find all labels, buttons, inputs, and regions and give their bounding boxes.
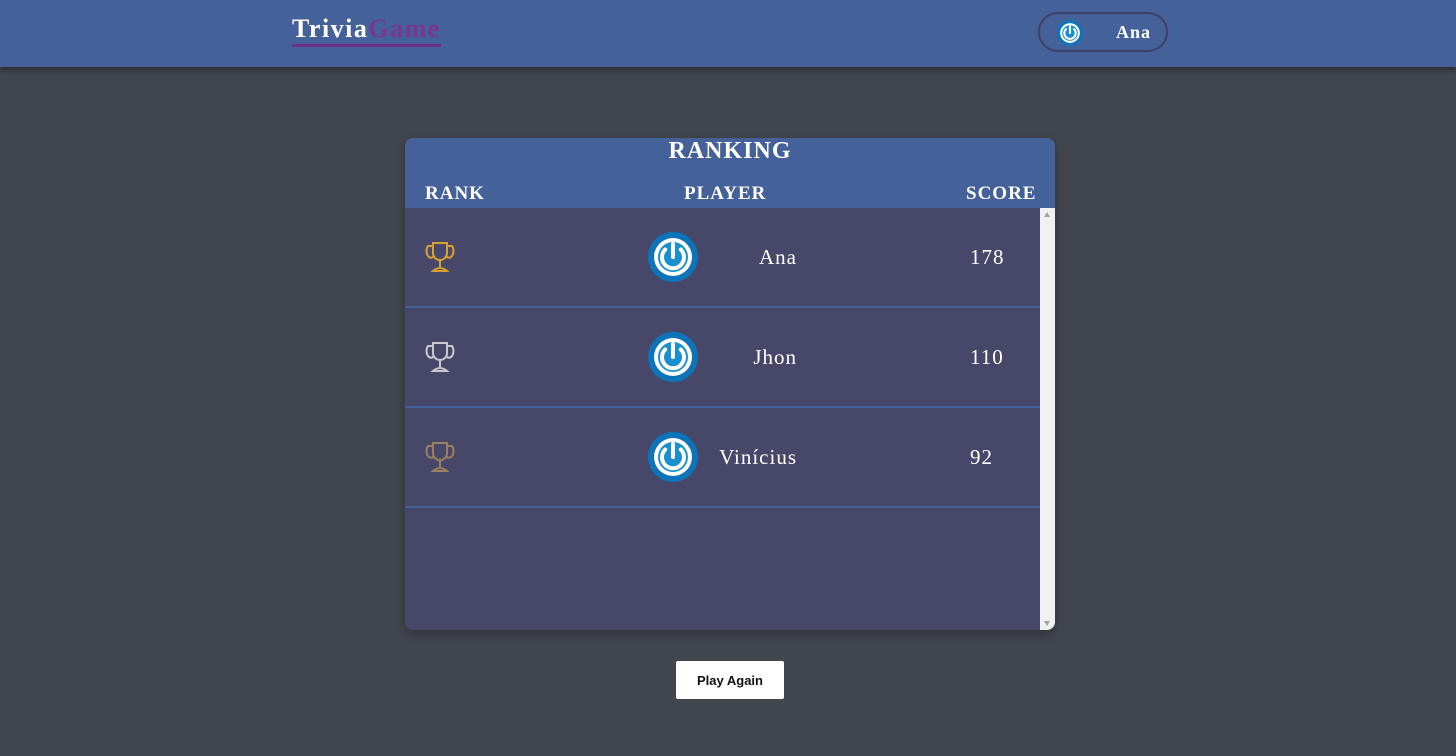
column-header-rank: RANK [425, 183, 485, 204]
bronze-trophy-icon [425, 441, 455, 473]
player-score: 110 [970, 345, 1004, 369]
player-score: 92 [970, 445, 993, 469]
player-avatar-icon [648, 232, 698, 282]
player-name: Vinícius [719, 445, 797, 469]
user-name: Ana [1116, 22, 1152, 42]
ranking-scrollbar[interactable] [1040, 208, 1055, 630]
brand-trivia: Trivia [292, 14, 369, 43]
ranking-row: Ana 178 [405, 208, 1040, 308]
scroll-up-arrow-icon[interactable] [1044, 212, 1050, 217]
ranking-row: Jhon 110 [405, 308, 1040, 408]
gold-trophy-icon [425, 241, 455, 273]
player-name: Jhon [753, 345, 797, 369]
ranking-card: RANKING RANK PLAYER SCORE Ana 178 Jhon 1… [405, 138, 1055, 630]
ranking-list[interactable]: Ana 178 Jhon 110 Vinícius 92 [405, 208, 1040, 630]
app-logo[interactable]: TriviaGame [292, 14, 441, 47]
brand-game: Game [368, 14, 441, 43]
ranking-title: RANKING [668, 138, 792, 164]
column-header-player: PLAYER [684, 183, 767, 204]
play-again-button[interactable]: Play Again [676, 661, 784, 699]
player-avatar-icon [648, 432, 698, 482]
top-navbar: TriviaGame Ana [0, 0, 1456, 67]
ranking-row: Vinícius 92 [405, 408, 1040, 508]
ranking-header: RANKING RANK PLAYER SCORE [405, 138, 1055, 208]
silver-trophy-icon [425, 341, 455, 373]
player-score: 178 [970, 245, 1005, 269]
player-name: Ana [759, 245, 797, 269]
scroll-down-arrow-icon[interactable] [1044, 621, 1050, 626]
user-profile-pill[interactable]: Ana [1038, 12, 1168, 52]
user-avatar-icon [1057, 20, 1083, 46]
player-avatar-icon [648, 332, 698, 382]
column-header-score: SCORE [966, 183, 1037, 204]
